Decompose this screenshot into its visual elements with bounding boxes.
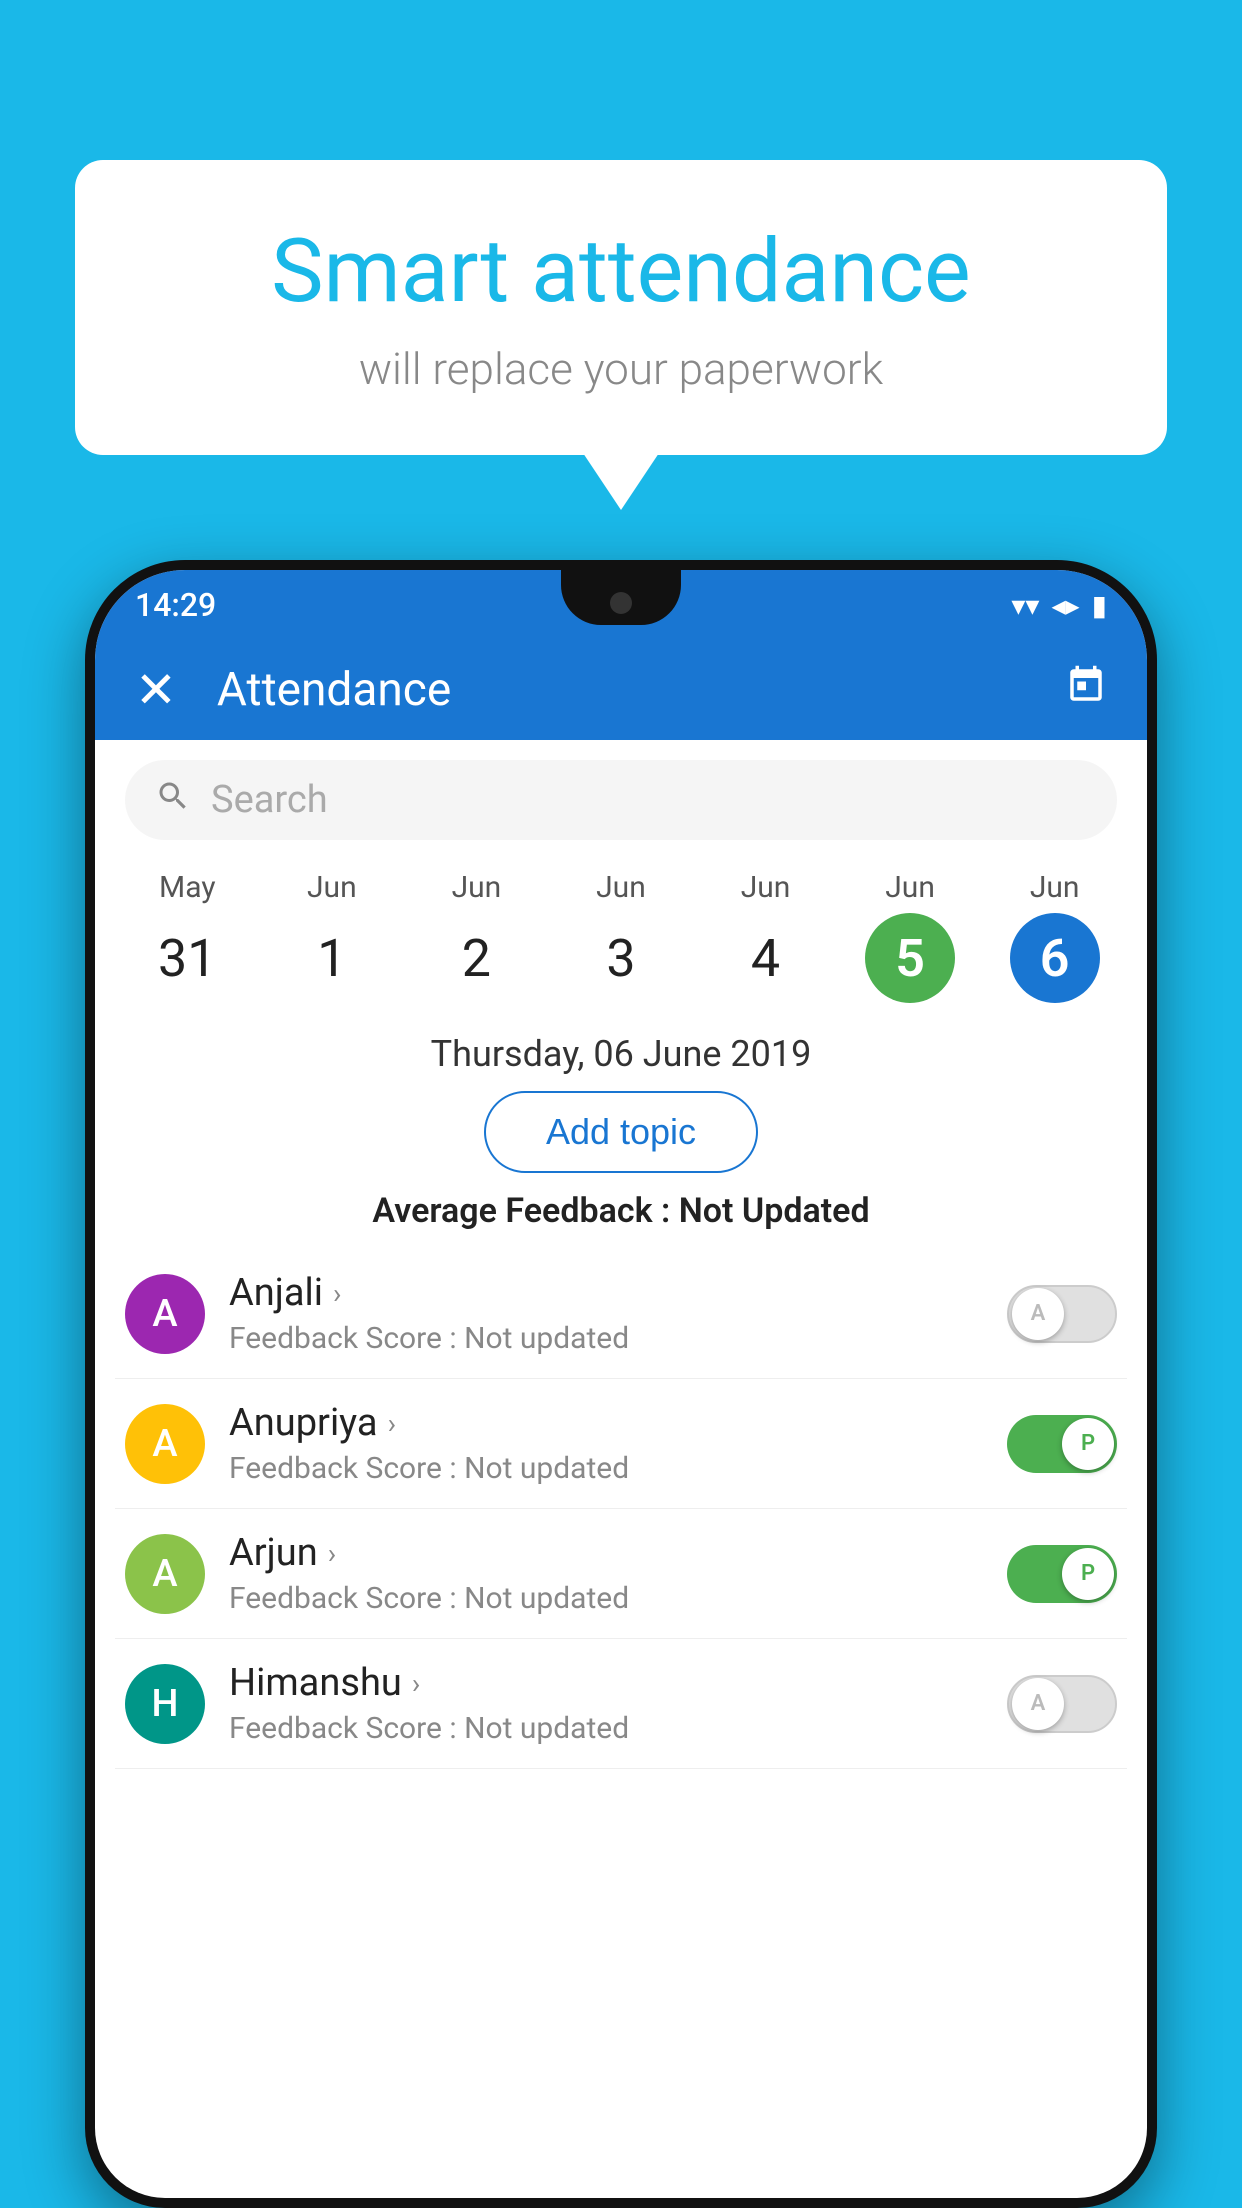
feedback-score: Feedback Score : Not updated <box>229 1321 1007 1356</box>
cal-num[interactable]: 4 <box>721 913 811 1003</box>
chevron-icon: › <box>333 1277 341 1310</box>
close-button[interactable]: ✕ <box>135 661 177 720</box>
add-topic-button[interactable]: Add topic <box>484 1091 758 1173</box>
student-item[interactable]: AAnjali ›Feedback Score : Not updatedA <box>115 1249 1127 1379</box>
chevron-icon: › <box>388 1407 396 1440</box>
avg-feedback-value: Not Updated <box>679 1191 870 1231</box>
chevron-icon: › <box>328 1537 336 1570</box>
student-item[interactable]: A Arjun › Feedback Score : Not updated P <box>115 1509 1127 1639</box>
chevron-icon: › <box>412 1667 420 1700</box>
cal-num[interactable]: 5 <box>865 913 955 1003</box>
toggle-knob: P <box>1062 1418 1114 1470</box>
cal-month: Jun <box>307 870 357 905</box>
speech-bubble: Smart attendance will replace your paper… <box>75 160 1167 455</box>
calendar-day[interactable]: Jun 1 <box>287 870 377 1003</box>
student-name: Himanshu › <box>229 1661 1007 1705</box>
wifi-icon: ▾▾ <box>1011 589 1039 622</box>
cal-num[interactable]: 31 <box>142 913 232 1003</box>
feedback-score: Feedback Score : Not updated <box>229 1451 1007 1486</box>
toggle-knob: P <box>1062 1548 1114 1600</box>
status-bar: 14:29 ▾▾ ◂▸ ▮ <box>95 570 1147 640</box>
calendar-strip: May 31 Jun 1 Jun 2 Jun 3 Jun 4 Jun 5 Jun 6 <box>95 860 1147 1013</box>
avatar: A <box>125 1274 205 1354</box>
student-info: Arjun › Feedback Score : Not updated <box>229 1531 1007 1616</box>
calendar-icon[interactable] <box>1065 664 1107 717</box>
feedback-score: Feedback Score : Not updated <box>229 1581 1007 1616</box>
notch <box>561 570 681 625</box>
cal-month: May <box>159 870 215 905</box>
cal-num[interactable]: 6 <box>1010 913 1100 1003</box>
phone-frame: 14:29 ▾▾ ◂▸ ▮ ✕ Attendance <box>85 560 1157 2208</box>
avatar: H <box>125 1664 205 1744</box>
student-info: Anupriya › Feedback Score : Not updated <box>229 1401 1007 1486</box>
student-info: Anjali › Feedback Score : Not updated <box>229 1271 1007 1356</box>
attendance-toggle[interactable]: A <box>1007 1285 1117 1343</box>
calendar-day[interactable]: Jun 4 <box>721 870 811 1003</box>
cal-num[interactable]: 1 <box>287 913 377 1003</box>
status-icons: ▾▾ ◂▸ ▮ <box>1011 589 1107 622</box>
attendance-toggle[interactable]: P <box>1007 1415 1117 1473</box>
cal-month: Jun <box>741 870 791 905</box>
calendar-day[interactable]: Jun 2 <box>431 870 521 1003</box>
attendance-toggle[interactable]: A <box>1007 1675 1117 1733</box>
status-time: 14:29 <box>135 586 216 624</box>
student-list: AAnjali ›Feedback Score : Not updatedAAA… <box>95 1249 1147 1769</box>
toggle-knob: A <box>1012 1288 1064 1340</box>
student-info: Himanshu › Feedback Score : Not updated <box>229 1661 1007 1746</box>
avatar: A <box>125 1534 205 1614</box>
battery-icon: ▮ <box>1092 589 1107 622</box>
student-name: Arjun › <box>229 1531 1007 1575</box>
bubble-title: Smart attendance <box>155 220 1087 323</box>
selected-date: Thursday, 06 June 2019 <box>95 1033 1147 1075</box>
calendar-day[interactable]: Jun 5 <box>865 870 955 1003</box>
cal-month: Jun <box>1030 870 1080 905</box>
toggle-knob: A <box>1012 1678 1064 1730</box>
student-name: Anjali › <box>229 1271 1007 1315</box>
student-name: Anupriya › <box>229 1401 1007 1445</box>
search-icon <box>155 778 191 823</box>
cal-num[interactable]: 3 <box>576 913 666 1003</box>
cal-month: Jun <box>452 870 502 905</box>
search-placeholder: Search <box>211 778 328 822</box>
calendar-day[interactable]: May 31 <box>142 870 232 1003</box>
cal-num[interactable]: 2 <box>431 913 521 1003</box>
feedback-score: Feedback Score : Not updated <box>229 1711 1007 1746</box>
phone-screen: 14:29 ▾▾ ◂▸ ▮ ✕ Attendance <box>95 570 1147 2198</box>
header-title: Attendance <box>217 663 1065 717</box>
bubble-subtitle: will replace your paperwork <box>155 343 1087 395</box>
calendar-day[interactable]: Jun 6 <box>1010 870 1100 1003</box>
student-item[interactable]: H Himanshu › Feedback Score : Not updatedA <box>115 1639 1127 1769</box>
signal-icon: ◂▸ <box>1051 589 1079 622</box>
cal-month: Jun <box>596 870 646 905</box>
search-bar[interactable]: Search <box>125 760 1117 840</box>
avg-feedback-label: Average Feedback : <box>372 1191 678 1231</box>
app-header: ✕ Attendance <box>95 640 1147 740</box>
avg-feedback: Average Feedback : Not Updated <box>95 1191 1147 1231</box>
calendar-day[interactable]: Jun 3 <box>576 870 666 1003</box>
camera <box>610 592 632 614</box>
cal-month: Jun <box>885 870 935 905</box>
attendance-toggle[interactable]: P <box>1007 1545 1117 1603</box>
student-item[interactable]: A Anupriya › Feedback Score : Not updated P <box>115 1379 1127 1509</box>
avatar: A <box>125 1404 205 1484</box>
